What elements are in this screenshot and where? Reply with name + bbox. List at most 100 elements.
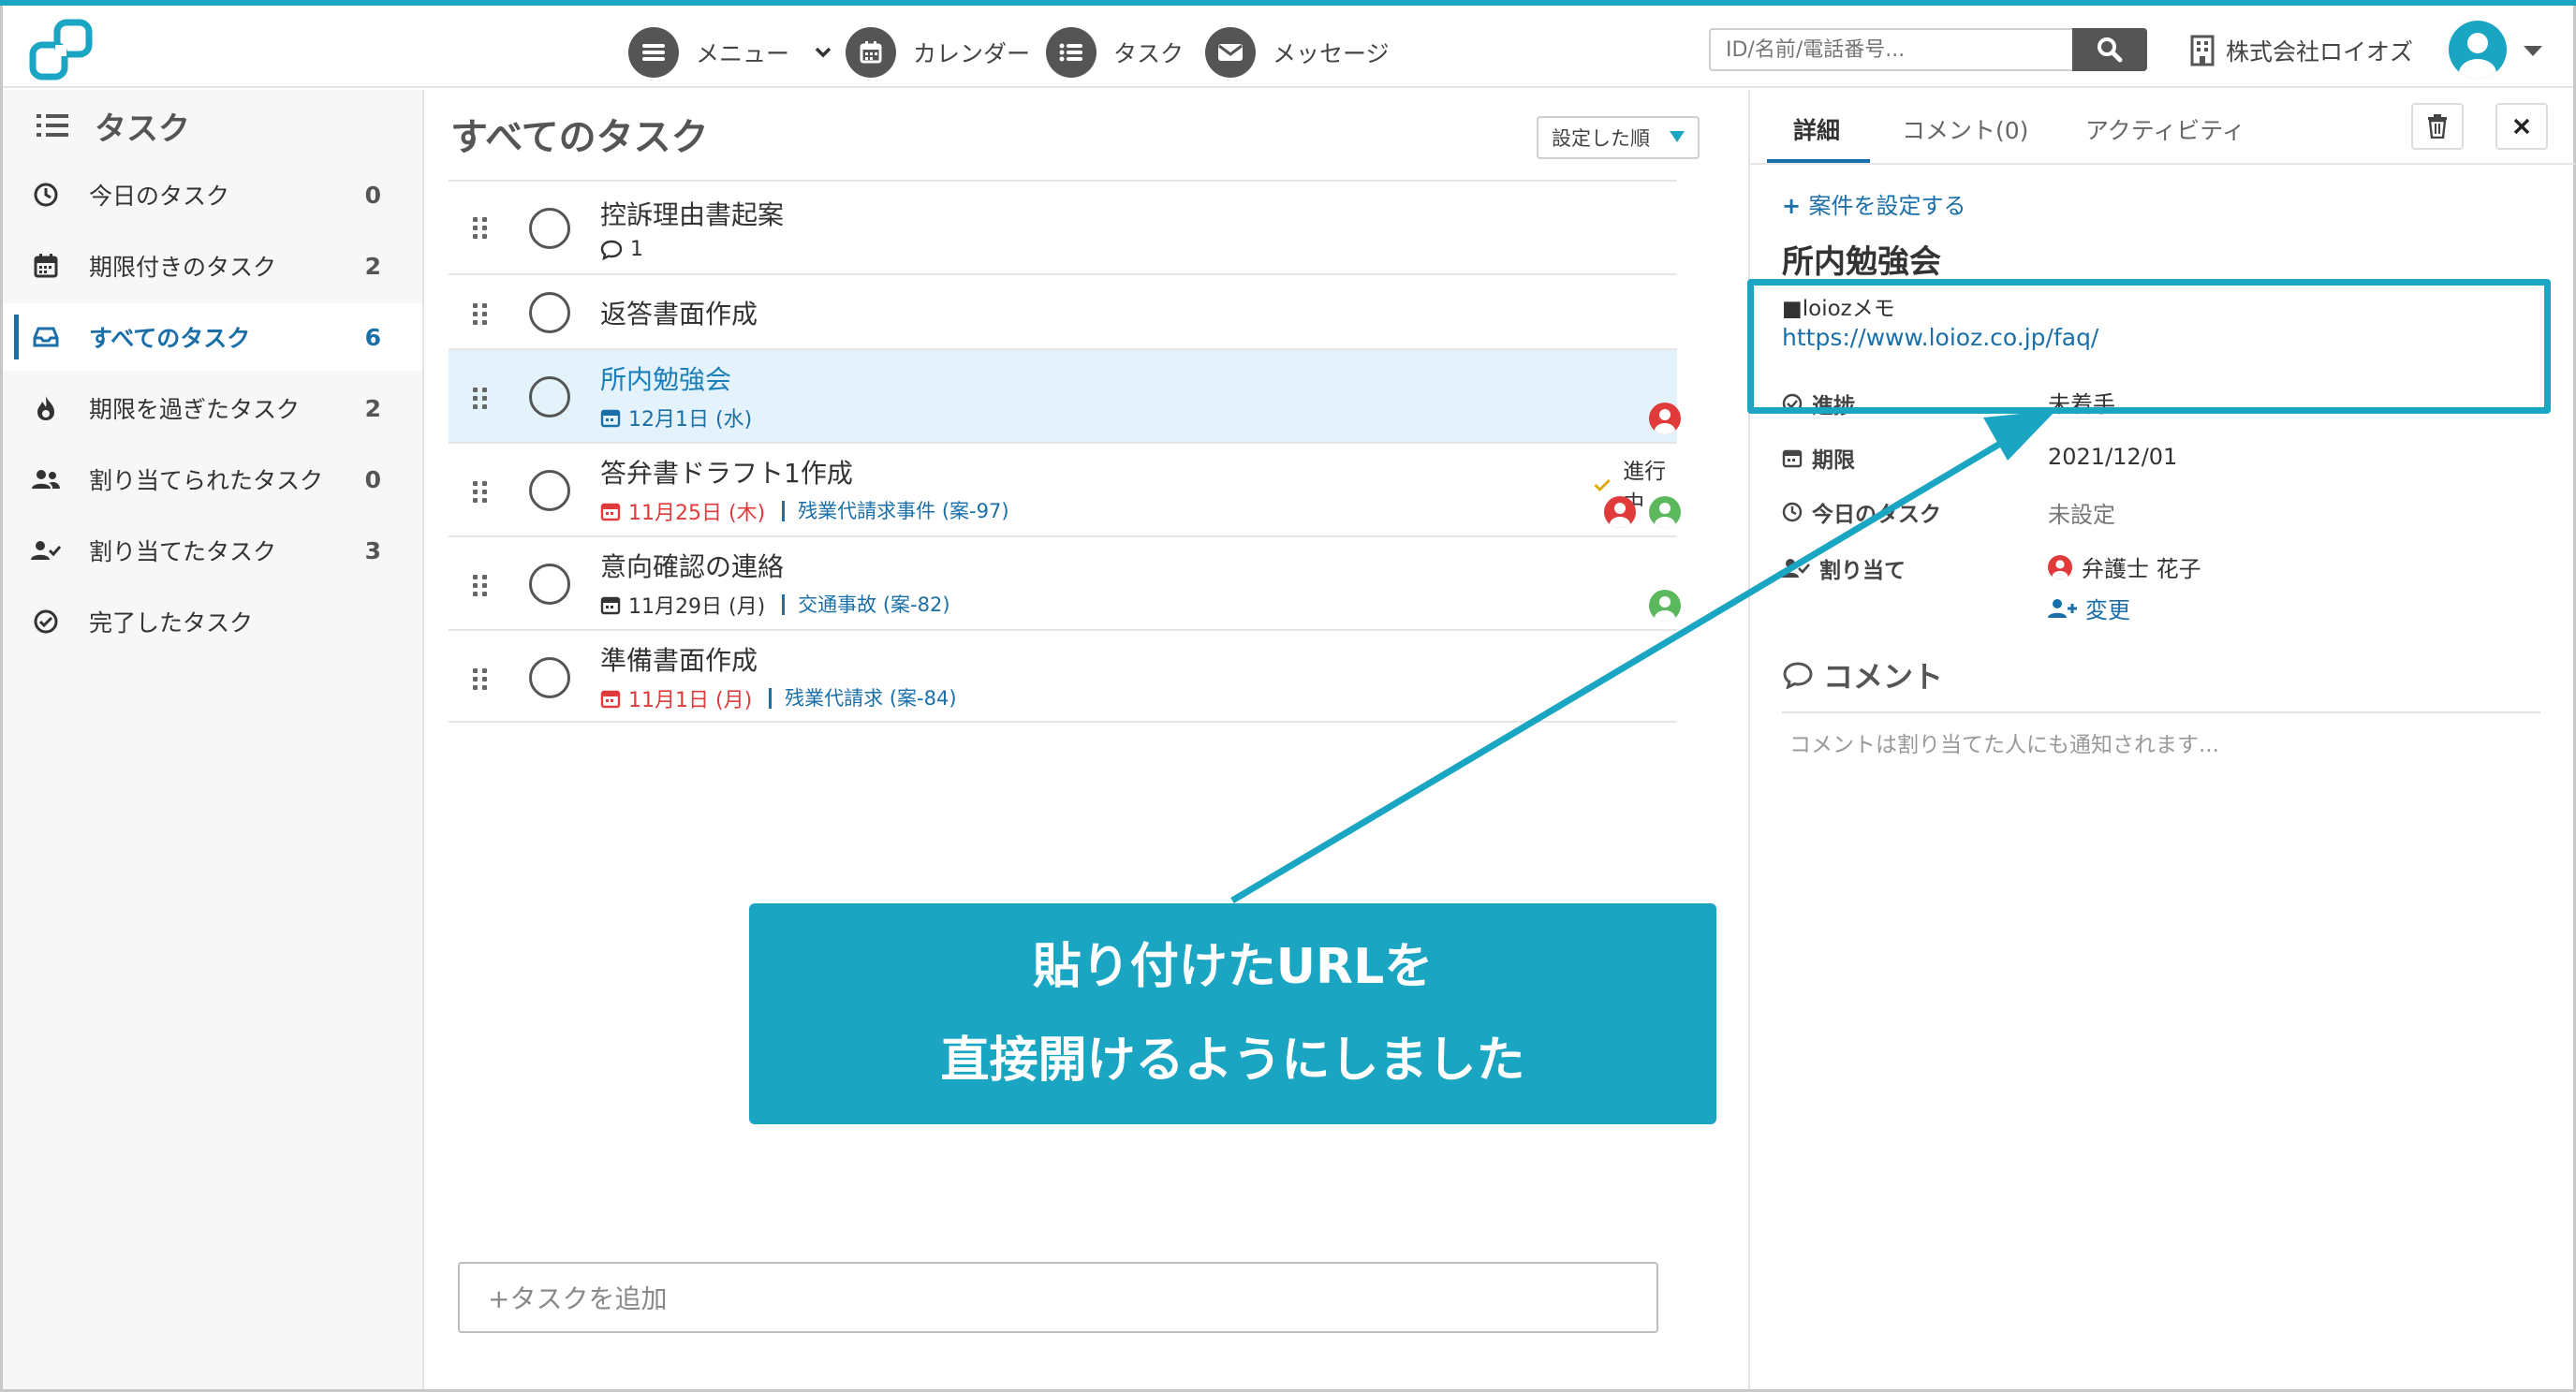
sidebar-item-due[interactable]: 期限付きのタスク 2 [3, 232, 422, 300]
search-button[interactable] [2072, 28, 2147, 71]
search-icon [2098, 37, 2123, 63]
task-complete-checkbox[interactable] [529, 564, 570, 605]
due-label: 期限 [1782, 442, 1855, 474]
caret-down-icon[interactable] [2522, 43, 2544, 58]
close-button[interactable] [2495, 103, 2548, 150]
page-title: すべてのタスク [450, 116, 709, 159]
sidebar-item-all[interactable]: すべてのタスク 6 [3, 303, 422, 371]
assign-label: 割り当て [1782, 552, 1906, 584]
menu-icon [628, 27, 679, 78]
list-icon [1046, 27, 1097, 78]
top-header: メニュー カレンダー タスク メッセージ 株式会社ロイオズ [3, 6, 2573, 88]
task-row[interactable]: 控訴理由書起案 1 [449, 180, 1677, 273]
task-row[interactable]: 意向確認の連絡 11月29日 (月) 交通事故 (案-82) [449, 535, 1681, 629]
drag-handle-icon[interactable] [473, 388, 488, 409]
tabs-divider [1750, 163, 2575, 165]
add-task-input[interactable]: +タスクを追加 [458, 1262, 1658, 1333]
assignee-value: 弁護士 花子 [2048, 550, 2201, 583]
active-tab-indicator [1767, 159, 1870, 163]
caret-down-icon [1670, 131, 1685, 142]
task-row[interactable]: 準備書面作成 11月1日 (月) 残業代請求 (案-84) [449, 629, 1677, 723]
drag-handle-icon[interactable] [473, 575, 488, 596]
sidebar-item-count: 0 [364, 181, 381, 209]
company-name: 株式会社ロイオズ [2226, 38, 2414, 66]
tab-activity[interactable]: アクティビティ [2085, 112, 2245, 146]
chevron-down-icon [815, 47, 832, 58]
comment-icon [1783, 662, 1813, 689]
task-row[interactable]: 答弁書ドラフト1作成 11月25日 (木) 残業代請求事件 (案-97) 進行中 [449, 442, 1681, 535]
assignee-avatar-icon [1604, 496, 1636, 528]
due-value[interactable]: 2021/12/01 [2048, 444, 2177, 470]
detail-title: 所内勉強会 [1782, 243, 1941, 281]
company-switcher[interactable]: 株式会社ロイオズ [2188, 32, 2413, 69]
comment-icon [600, 240, 623, 260]
task-due-date: 12月1日 (水) [600, 403, 752, 432]
callout-line-1: 貼り付けたURLを [1032, 939, 1434, 995]
sidebar-item-assigned-to-me[interactable]: 割り当てられたタスク 0 [3, 446, 422, 513]
delete-button[interactable] [2411, 103, 2464, 150]
assignee-avatar-icon [1649, 403, 1681, 434]
user-avatar-icon[interactable] [2449, 21, 2507, 79]
calendar-icon [600, 503, 621, 521]
task-case-link[interactable]: 残業代請求事件 (案-97) [782, 501, 1009, 521]
plus-icon: + [1782, 193, 1809, 219]
sidebar-item-assigned-by-me[interactable]: 割り当てたタスク 3 [3, 517, 422, 584]
envelope-icon [1205, 27, 1256, 78]
task-row-selected[interactable]: 所内勉強会 12月1日 (水) [449, 348, 1681, 442]
search-input[interactable] [1709, 28, 2074, 71]
task-list-panel: すべてのタスク 設定した順 控訴理由書起案 1 返答書面作成 所内勉強会 12月… [426, 90, 1746, 1389]
sidebar-item-count: 2 [364, 252, 381, 280]
loioz-logo-icon[interactable] [27, 17, 102, 84]
nav-task[interactable]: タスク [1046, 26, 1184, 79]
user-plus-icon [2048, 598, 2077, 618]
annotation-callout: 貼り付けたURLを 直接開けるようにしました [749, 903, 1716, 1124]
drag-handle-icon[interactable] [473, 303, 488, 325]
today-task-value[interactable]: 未設定 [2048, 496, 2115, 529]
callout-line-2: 直接開けるようにしました [940, 1033, 1525, 1089]
task-title: 準備書面作成 [600, 645, 758, 676]
comment-heading: コメント [1782, 653, 1943, 696]
sidebar-item-today[interactable]: 今日のタスク 0 [3, 161, 422, 228]
nav-task-label: タスク [1113, 40, 1185, 67]
nav-message-label: メッセージ [1273, 40, 1390, 67]
task-complete-checkbox[interactable] [529, 657, 570, 698]
task-complete-checkbox[interactable] [529, 292, 570, 333]
calendar-icon [600, 596, 621, 615]
drag-handle-icon[interactable] [473, 217, 488, 239]
nav-message[interactable]: メッセージ [1205, 26, 1390, 79]
change-assignee-button[interactable]: 変更 [2048, 592, 2130, 624]
tab-detail[interactable]: 詳細 [1793, 112, 1840, 146]
nav-menu[interactable]: メニュー [628, 26, 832, 79]
task-title: 意向確認の連絡 [600, 551, 785, 582]
task-complete-checkbox[interactable] [529, 208, 570, 249]
tab-comments[interactable]: コメント(0) [1902, 112, 2028, 146]
comment-divider [1782, 711, 2540, 713]
drag-handle-icon[interactable] [473, 668, 488, 690]
nav-calendar[interactable]: カレンダー [846, 26, 1030, 79]
calendar-icon [34, 254, 58, 278]
sidebar-item-count: 6 [364, 323, 381, 351]
sidebar-item-completed[interactable]: 完了したタスク [3, 588, 422, 655]
sidebar-item-count: 3 [364, 536, 381, 564]
task-case-link[interactable]: 交通事故 (案-82) [782, 594, 950, 615]
drag-handle-icon[interactable] [473, 481, 488, 503]
sidebar-item-overdue[interactable]: 期限を過ぎたタスク 2 [3, 374, 422, 442]
task-row[interactable]: 返答書面作成 [449, 273, 1677, 348]
close-icon [2513, 118, 2530, 135]
clock-icon [34, 183, 58, 207]
sort-dropdown[interactable]: 設定した順 [1537, 116, 1700, 159]
sidebar-item-label: 期限付きのタスク [89, 254, 277, 281]
task-case-link[interactable]: 残業代請求 (案-84) [769, 688, 957, 709]
task-complete-checkbox[interactable] [529, 376, 570, 418]
sidebar-item-label: 今日のタスク [89, 183, 230, 210]
clock-icon [1782, 502, 1803, 522]
comment-input[interactable]: コメントは割り当てた人にも通知されます... [1789, 726, 2219, 758]
task-title: 所内勉強会 [600, 364, 732, 395]
task-complete-checkbox[interactable] [529, 470, 570, 511]
sidebar-item-count: 0 [364, 465, 381, 493]
task-title: 控訴理由書起案 [600, 199, 785, 230]
nav-calendar-label: カレンダー [913, 40, 1031, 67]
sidebar-item-label: すべてのタスク [89, 325, 251, 352]
task-due-date: 11月29日 (月) 交通事故 (案-82) [600, 590, 950, 620]
set-case-link[interactable]: + 案件を設定する [1782, 187, 1965, 220]
